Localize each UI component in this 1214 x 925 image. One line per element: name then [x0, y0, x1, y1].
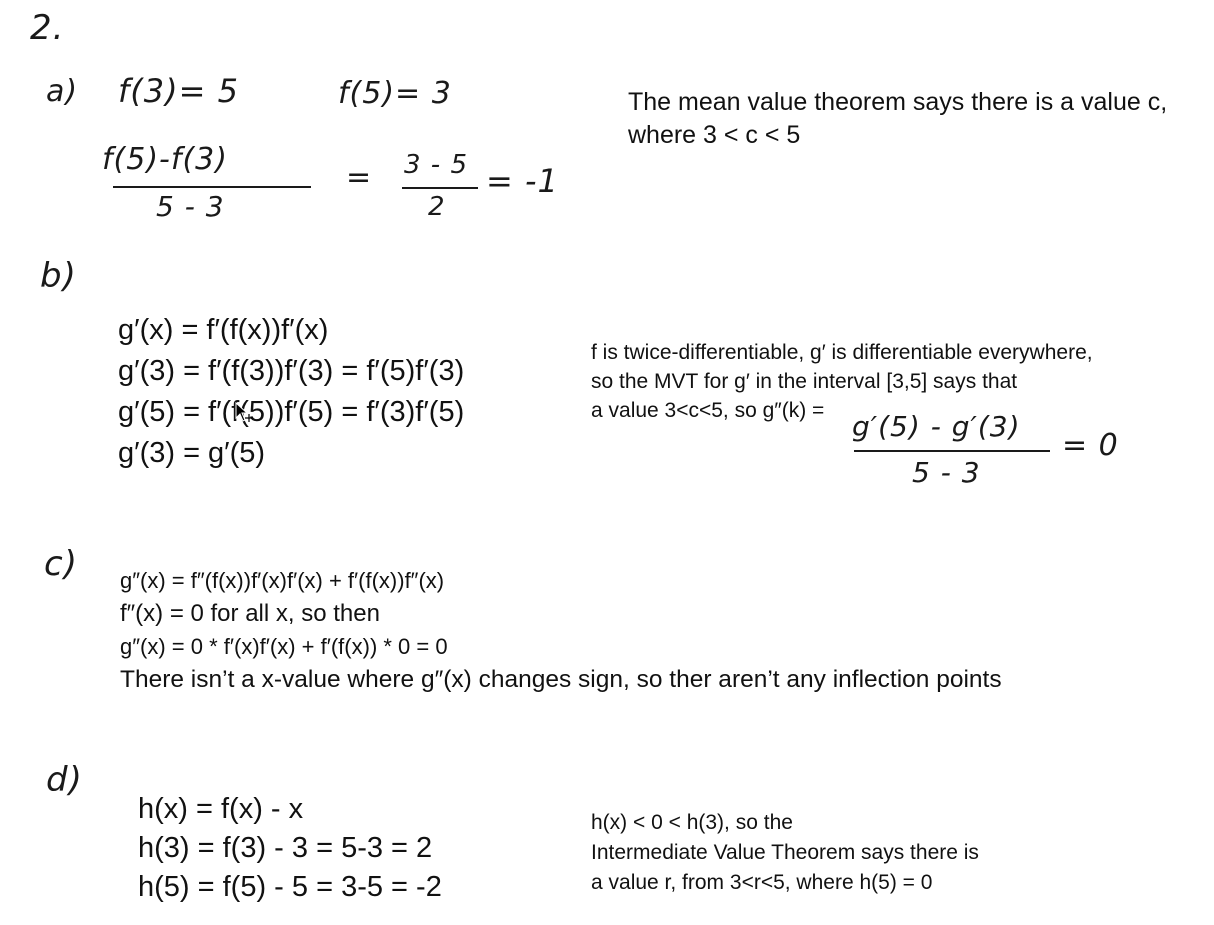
part-b-mvt-denominator: 5 - 3 — [912, 456, 981, 489]
part-d-line-3: h(5) = f(5) - 5 = 3-5 = -2 — [138, 871, 442, 903]
part-a-given-f3: f(3)= 5 — [118, 72, 239, 110]
problem-number: 2. — [30, 8, 65, 48]
part-d-note-line3: a value r, from 3<r<5, where h(5) = 0 — [591, 871, 933, 894]
part-a-given-f5: f(5)= 3 — [338, 76, 452, 111]
part-a-note: The mean value theorem says there is a v… — [628, 86, 1167, 152]
part-d-label: d) — [46, 760, 83, 800]
part-c-line-4: There isn’t a x-value where g″(x) change… — [120, 666, 1002, 693]
part-b-mvt-result: = 0 — [1062, 428, 1119, 463]
part-c-body: g″(x) = f″(f(x))f′(x)f′(x) + f′(f(x))f″(… — [120, 564, 1002, 696]
move-cursor-icon — [234, 401, 254, 424]
part-c-line-1: g″(x) = f″(f(x))f′(x)f′(x) + f′(f(x))f″(… — [120, 568, 445, 593]
part-a-fraction-bar — [113, 186, 311, 188]
part-b-note-line2: so the MVT for g′ in the interval [3,5] … — [591, 370, 1018, 393]
part-d-equations: h(x) = f(x) - x h(3) = f(3) - 3 = 5-3 = … — [138, 790, 442, 907]
part-c-line-2: f″(x) = 0 for all x, so then — [120, 600, 380, 627]
part-d-note-line2: Intermediate Value Theorem says there is — [591, 841, 979, 864]
part-c-line-3: g″(x) = 0 * f′(x)f′(x) + f′(f(x)) * 0 = … — [120, 634, 448, 659]
part-a-difference-quotient-denominator: 5 - 3 — [156, 190, 225, 223]
part-a-result: = -1 — [486, 162, 559, 200]
part-a-equals: = — [346, 160, 373, 195]
part-b-note-line1: f is twice-differentiable, g′ is differe… — [591, 341, 1093, 364]
part-b-line-3: g′(5) = f′(f(5))f′(5) = f′(3)f′(5) — [118, 396, 465, 428]
part-b-mvt-fraction-bar — [854, 450, 1050, 452]
part-a-fraction2-bar — [402, 187, 478, 189]
part-a-note-line1: The mean value theorem says there is a v… — [628, 88, 1168, 116]
part-a-fraction2-numerator: 3 - 5 — [404, 150, 468, 180]
part-b-equations: g′(x) = f′(f(x))f′(x) g′(3) = f′(f(3))f′… — [118, 310, 464, 474]
part-d-line-2: h(3) = f(3) - 3 = 5-3 = 2 — [138, 832, 433, 864]
part-b-line-1: g′(x) = f′(f(x))f′(x) — [118, 314, 329, 346]
part-d-line-1: h(x) = f(x) - x — [138, 793, 304, 825]
part-d-note: h(x) < 0 < h(3), so the Intermediate Val… — [591, 808, 979, 898]
part-b-line-4: g′(3) = g′(5) — [118, 437, 266, 469]
part-b-line-2: g′(3) = f′(f(3))f′(3) = f′(5)f′(3) — [118, 355, 465, 387]
part-a-label: a) — [46, 74, 79, 109]
part-c-label: c) — [44, 544, 78, 584]
part-d-note-line1: h(x) < 0 < h(3), so the — [591, 811, 793, 834]
part-a-fraction2-denominator: 2 — [428, 192, 446, 222]
part-a-difference-quotient-numerator: f(5)-f(3) — [102, 142, 228, 177]
part-b-label: b) — [40, 256, 77, 296]
part-a-note-line2: where 3 < c < 5 — [628, 121, 801, 149]
part-b-mvt-numerator: g′(5) - g′(3) — [852, 410, 1021, 443]
